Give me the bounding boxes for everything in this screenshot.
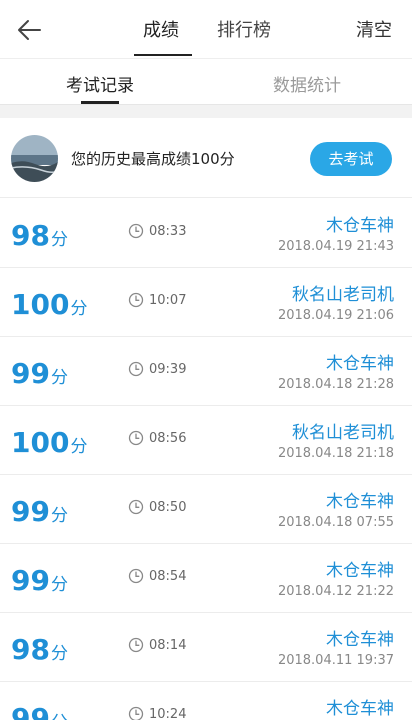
duration-text: 08:56 [149,430,187,446]
tab-data-stats[interactable]: 数据统计 [273,71,341,96]
player-name: 秋名山老司机 [292,423,394,443]
record-date: 2018.04.19 21:43 [277,239,394,254]
record-date: 2018.04.18 21:28 [277,377,394,392]
record-row[interactable]: 99分 09:39 木仓车神 2018.04.18 21:28 [0,337,412,406]
player-name: 木仓车神 [326,630,394,650]
tab-exam-records[interactable]: 考试记录 [66,71,134,96]
duration-text: 08:14 [149,637,187,653]
record-date: 2018.04.18 07:55 [277,515,394,530]
score-value: 100 [11,426,70,459]
player-name: 秋名山老司机 [292,285,394,305]
duration-text: 10:07 [149,292,187,308]
record-date: 2018.04.19 21:06 [277,308,394,323]
record-row[interactable]: 100分 10:07 秋名山老司机 2018.04.19 21:06 [0,268,412,337]
clock-icon [128,568,144,584]
best-score-text: 您的历史最高成绩100分 [71,150,235,168]
clear-button[interactable]: 清空 [356,16,392,42]
duration: 08:50 [128,499,186,515]
duration: 10:07 [128,292,186,308]
score: 100分 [11,426,87,459]
record-date: 2018.04.12 21:22 [277,584,394,599]
score: 99分 [11,357,68,390]
player-name: 木仓车神 [326,354,394,374]
record-row[interactable]: 98分 08:14 木仓车神 2018.04.11 19:37 [0,613,412,682]
record-row[interactable]: 100分 08:56 秋名山老司机 2018.04.18 21:18 [0,406,412,475]
score-unit: 分 [70,299,88,319]
avatar[interactable] [11,135,58,182]
player-name: 木仓车神 [326,216,394,236]
score: 100分 [11,288,87,321]
score-unit: 分 [50,506,68,526]
record-row[interactable]: 98分 08:33 木仓车神 2018.04.19 21:43 [0,199,412,268]
player-name: 木仓车神 [326,492,394,512]
duration-text: 10:24 [149,706,187,720]
score-value: 99 [11,357,50,390]
score-value: 99 [11,564,50,597]
score-unit: 分 [50,230,68,250]
record-row[interactable]: 99分 10:24 木仓车神 [0,682,412,720]
player-name: 木仓车神 [326,699,394,719]
record-date: 2018.04.18 21:18 [277,446,394,461]
duration: 09:39 [128,361,186,377]
take-exam-button[interactable]: 去考试 [310,142,392,176]
duration: 08:56 [128,430,186,446]
clock-icon [128,706,144,720]
duration: 08:54 [128,568,186,584]
record-row[interactable]: 99分 08:50 木仓车神 2018.04.18 07:55 [0,475,412,544]
score-value: 99 [11,495,50,528]
top-bar: 成绩 排行榜 清空 [0,0,412,58]
score-unit: 分 [50,368,68,388]
score-value: 98 [11,633,50,666]
tab-leaderboard[interactable]: 排行榜 [217,16,271,42]
record-row[interactable]: 99分 08:54 木仓车神 2018.04.12 21:22 [0,544,412,613]
score-unit: 分 [70,437,88,457]
back-arrow-icon[interactable] [14,14,46,46]
record-date: 2018.04.11 19:37 [277,653,394,668]
duration-text: 08:33 [149,223,187,239]
tab-indicator [134,54,192,56]
section-divider [0,104,412,118]
clock-icon [128,499,144,515]
score: 99分 [11,702,68,720]
score-value: 98 [11,219,50,252]
score-unit: 分 [51,713,68,720]
clock-icon [128,292,144,308]
score: 98分 [11,219,68,252]
best-score-banner: 您的历史最高成绩100分 去考试 [0,118,412,198]
player-name: 木仓车神 [326,561,394,581]
duration-text: 09:39 [149,361,187,377]
score-unit: 分 [50,644,68,664]
score-value: 99 [11,702,50,720]
duration-text: 08:54 [149,568,187,584]
score: 99分 [11,564,68,597]
clock-icon [128,361,144,377]
duration: 08:33 [128,223,186,239]
clock-icon [128,223,144,239]
score: 98分 [11,633,68,666]
score-value: 100 [11,288,70,321]
duration: 10:24 [128,706,186,720]
tab-scores[interactable]: 成绩 [143,16,179,42]
score-unit: 分 [50,575,68,595]
score: 99分 [11,495,68,528]
duration-text: 08:50 [149,499,187,515]
clock-icon [128,637,144,653]
sub-tabs: 考试记录 数据统计 [0,58,412,106]
clock-icon [128,430,144,446]
duration: 08:14 [128,637,186,653]
